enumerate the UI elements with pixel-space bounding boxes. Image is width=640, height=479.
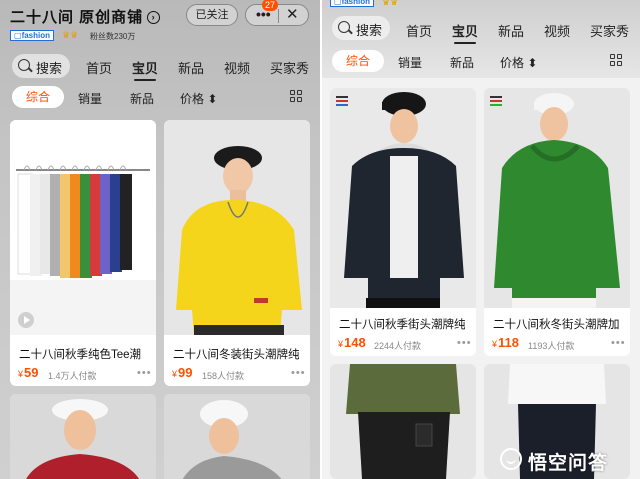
product-card[interactable]	[164, 394, 310, 479]
product-image	[330, 88, 476, 308]
tab-buyer-show[interactable]: 买家秀	[270, 58, 309, 77]
sort-bar: 综合 销量 新品 价格 ⬍	[322, 50, 640, 74]
tab-home[interactable]: 首页	[406, 21, 432, 40]
product-card[interactable]	[10, 394, 156, 479]
right-screenshot: ▢fashion ♛♛ 搜索 首页 宝贝 新品 视频 买家秀 综合 销量 新品 …	[322, 0, 640, 479]
sort-price[interactable]: 价格 ⬍	[500, 54, 537, 71]
tab-new[interactable]: 新品	[498, 21, 524, 40]
more-icon[interactable]: •••	[137, 367, 152, 379]
product-card[interactable]	[330, 364, 476, 479]
product-card[interactable]: 二十八间秋季街头潮牌纯 ¥148 2244人付款 •••	[330, 88, 476, 356]
search-icon	[18, 59, 30, 71]
brand-tag: ▢fashion	[10, 30, 55, 41]
sort-comprehensive[interactable]: 综合	[332, 50, 384, 72]
shop-title[interactable]: 二十八间 原创商铺 ›	[10, 6, 161, 27]
product-price: ¥99	[172, 365, 193, 380]
sort-comprehensive[interactable]: 综合	[12, 86, 64, 108]
more-icon[interactable]: •••	[611, 337, 626, 349]
product-image	[164, 394, 310, 479]
search-button[interactable]: 搜索	[12, 54, 70, 78]
tab-home[interactable]: 首页	[86, 58, 112, 77]
tab-new[interactable]: 新品	[178, 58, 204, 77]
tab-items[interactable]: 宝贝	[132, 58, 158, 81]
chevron-right-icon[interactable]: ›	[147, 11, 161, 24]
product-title[interactable]: 二十八间冬装街头潮牌纯	[173, 346, 300, 362]
sort-sales[interactable]: 销量	[78, 90, 102, 107]
search-button[interactable]: 搜索	[332, 16, 390, 40]
product-image	[330, 364, 476, 479]
shop-nav: 搜索 首页 宝贝 新品 视频 买家秀	[0, 52, 320, 81]
grid-view-icon[interactable]	[610, 54, 623, 67]
capsule-divider	[278, 9, 279, 23]
product-price: ¥148	[338, 335, 366, 350]
sold-count: 158人付款	[202, 371, 245, 381]
product-card[interactable]: 二十八间秋冬街头潮牌加 ¥118 1193人付款 •••	[484, 88, 630, 356]
brand-tag: ▢fashion	[330, 0, 375, 7]
shop-header: 二十八间 原创商铺 › 已关注 ••• ✕ 27 ▢fashion ♛♛ 粉丝数2…	[0, 0, 320, 48]
sort-new[interactable]: 新品	[130, 90, 154, 107]
more-icon[interactable]: •••	[291, 367, 306, 379]
product-card[interactable]: 二十八间秋季纯色Tee潮 ¥59 1.4万人付款 •••	[10, 120, 156, 386]
search-label: 搜索	[356, 23, 383, 38]
sold-count: 1.4万人付款	[48, 371, 97, 381]
tab-buyer-show[interactable]: 买家秀	[590, 21, 629, 40]
more-icon[interactable]: •••	[457, 337, 472, 349]
product-price: ¥59	[18, 365, 39, 380]
product-title[interactable]: 二十八间秋季纯色Tee潮	[19, 346, 141, 362]
left-screenshot: 二十八间 原创商铺 › 已关注 ••• ✕ 27 ▢fashion ♛♛ 粉丝数2…	[0, 0, 320, 479]
product-title[interactable]: 二十八间秋季街头潮牌纯	[339, 316, 466, 332]
notification-badge: 27	[262, 0, 279, 11]
product-image	[484, 88, 630, 308]
sold-count: 2244人付款	[374, 341, 422, 351]
product-image	[10, 394, 156, 479]
follow-button[interactable]: 已关注	[186, 4, 238, 26]
product-price: ¥118	[492, 335, 519, 350]
sort-sales[interactable]: 销量	[398, 54, 422, 71]
shop-name: 二十八间 原创商铺	[10, 9, 144, 26]
tab-video[interactable]: 视频	[224, 58, 250, 77]
tab-video[interactable]: 视频	[544, 21, 570, 40]
product-card[interactable]: 二十八间冬装街头潮牌纯 ¥99 158人付款 •••	[164, 120, 310, 386]
search-label: 搜索	[36, 61, 63, 76]
crown-icon: ♛♛	[382, 0, 399, 7]
watermark-text: 悟空问答	[528, 453, 609, 474]
search-icon	[338, 21, 350, 33]
fans-count: 粉丝数230万	[90, 32, 136, 41]
sold-count: 1193人付款	[528, 341, 575, 351]
grid-view-icon[interactable]	[290, 90, 303, 103]
product-image	[10, 120, 156, 335]
sort-new[interactable]: 新品	[450, 54, 474, 71]
sort-bar: 综合 销量 新品 价格 ⬍	[0, 86, 320, 110]
product-image	[164, 120, 310, 335]
sort-price[interactable]: 价格 ⬍	[180, 90, 217, 107]
wukong-logo-icon	[500, 448, 522, 470]
watermark: 悟空问答	[500, 446, 632, 474]
product-title[interactable]: 二十八间秋冬街头潮牌加	[493, 316, 620, 332]
close-button[interactable]: ✕	[286, 5, 299, 25]
crown-icon: ♛♛	[62, 30, 79, 40]
tab-items[interactable]: 宝贝	[452, 21, 478, 44]
